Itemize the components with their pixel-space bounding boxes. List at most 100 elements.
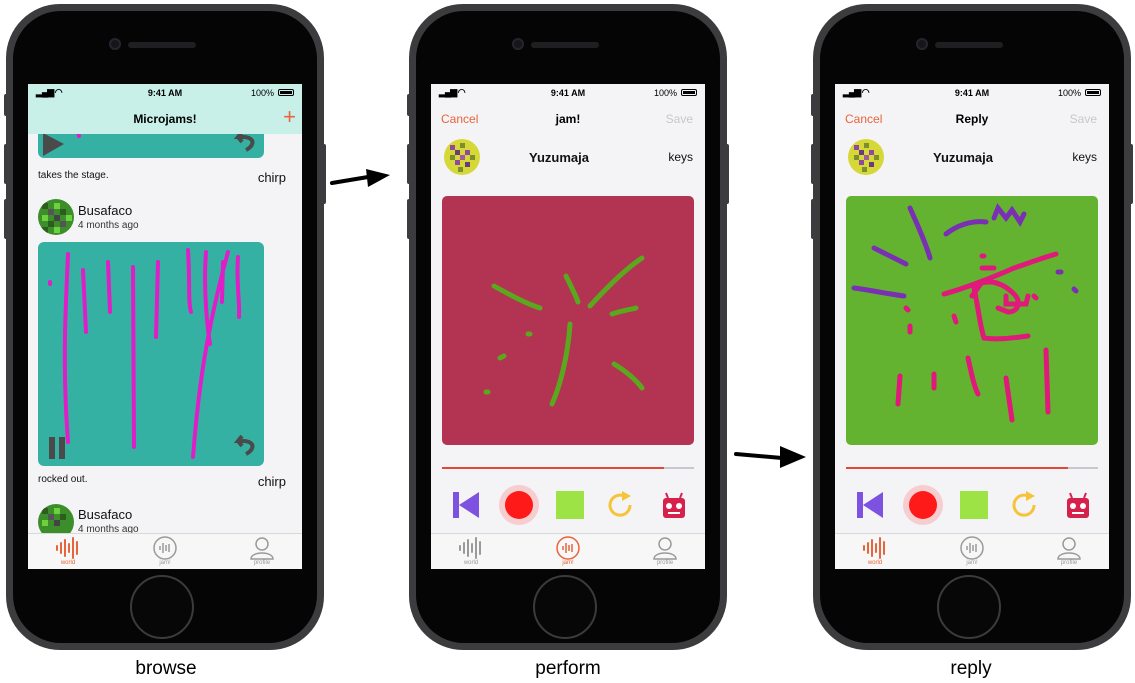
chirp-reply-link[interactable]: chirp [258, 170, 286, 185]
plus-icon[interactable]: + [283, 104, 296, 130]
front-camera [512, 38, 524, 50]
tab-label: jam! [966, 560, 978, 566]
username[interactable]: Busafaco [78, 203, 132, 218]
status-bar: ▂▄▆ ◠ 9:41 AM 100% [431, 84, 705, 104]
phone-perform: ▂▄▆ ◠ 9:41 AM 100% Cancel jam! Save Yuzu… [407, 4, 729, 650]
side-button [4, 199, 8, 239]
waveform-icon [863, 537, 885, 559]
save-button[interactable]: Save [1070, 112, 1097, 126]
tab-profile[interactable]: profile [232, 536, 292, 566]
tab-label: world [60, 560, 76, 566]
status-bar: ▂▄▆ ◠ 9:41 AM 100% [28, 84, 302, 104]
tab-bar: world jam! profile [431, 533, 705, 569]
post-caption: rocked out. [38, 474, 88, 485]
progress-bar[interactable] [442, 467, 694, 469]
side-button [725, 144, 729, 204]
side-button [811, 144, 815, 184]
username[interactable]: Busafaco [78, 507, 132, 522]
instrument-label[interactable]: keys [668, 150, 693, 164]
record-icon[interactable] [499, 485, 539, 525]
jam-circle-icon [153, 536, 177, 560]
jam-circle-icon [556, 536, 580, 560]
robot-icon[interactable] [658, 490, 688, 520]
nav-bar: Cancel jam! Save [431, 104, 705, 134]
skip-back-icon[interactable] [855, 490, 885, 520]
tab-label: profile [1060, 560, 1078, 566]
robot-icon[interactable] [1062, 490, 1092, 520]
battery-percent: 100% [653, 88, 677, 98]
side-button [811, 199, 815, 239]
tab-label: jam! [159, 560, 171, 566]
jam-circle-icon [960, 536, 984, 560]
tab-profile[interactable]: profile [1039, 536, 1099, 566]
page-title: Reply [955, 112, 989, 126]
side-button [407, 144, 411, 184]
pause-icon [49, 437, 55, 459]
nav-bar: Cancel Reply Save [835, 104, 1109, 134]
instrument-label[interactable]: keys [1072, 150, 1097, 164]
jam-canvas[interactable] [846, 196, 1098, 445]
play-icon [43, 133, 64, 156]
home-button[interactable] [937, 575, 1001, 639]
tab-jam[interactable]: jam! [538, 536, 598, 566]
performance-drawing [483, 255, 645, 407]
caption-perform: perform [535, 658, 601, 679]
home-button[interactable] [130, 575, 194, 639]
performance-canvas [48, 248, 255, 459]
stop-square-icon[interactable] [959, 490, 989, 520]
skip-back-icon[interactable] [451, 490, 481, 520]
caption-browse: browse [135, 658, 197, 679]
battery-icon [681, 89, 697, 96]
reply-arrow-icon [233, 130, 255, 152]
home-button[interactable] [533, 575, 597, 639]
side-button [407, 199, 411, 239]
battery-icon [1085, 89, 1101, 96]
earpiece-speaker [531, 42, 599, 48]
side-button [4, 144, 8, 184]
progress-bar[interactable] [846, 467, 1098, 469]
waveform-icon [459, 537, 481, 559]
earpiece-speaker [128, 42, 196, 48]
side-button [407, 94, 411, 116]
screen-reply: ▂▄▆ ◠ 9:41 AM 100% Cancel Reply Save Yuz… [835, 84, 1109, 569]
tab-world[interactable]: world [845, 536, 905, 566]
side-button [4, 94, 8, 116]
performance-card[interactable] [38, 242, 264, 466]
flow-arrow [330, 169, 390, 187]
page-title: jam! [555, 112, 581, 126]
save-button[interactable]: Save [666, 112, 693, 126]
reply-arrow-icon [233, 434, 255, 456]
earpiece-speaker [935, 42, 1003, 48]
pixel-avatar-image [848, 139, 884, 175]
pixel-avatar-image [444, 139, 480, 175]
loop-icon[interactable] [606, 490, 636, 520]
screen-browse: takes the stage. chirp Busafaco 4 months… [28, 84, 302, 569]
chirp-reply-link[interactable]: chirp [258, 474, 286, 489]
avatar[interactable] [38, 199, 74, 235]
battery-percent: 100% [1057, 88, 1081, 98]
performance-drawing [851, 203, 1079, 423]
avatar [444, 139, 480, 175]
battery-percent: 100% [250, 88, 274, 98]
tab-bar: world jam! profile [28, 533, 302, 569]
screen-perform: ▂▄▆ ◠ 9:41 AM 100% Cancel jam! Save Yuzu… [431, 84, 705, 569]
front-camera [916, 38, 928, 50]
timestamp: 4 months ago [78, 220, 139, 231]
tab-label: jam! [562, 560, 574, 566]
progress-fill [442, 467, 664, 469]
caption-reply: reply [950, 658, 992, 679]
tab-world[interactable]: world [38, 536, 98, 566]
performer-name: Yuzumaja [529, 150, 589, 165]
record-icon[interactable] [903, 485, 943, 525]
tab-world[interactable]: world [441, 536, 501, 566]
tab-label: world [867, 560, 883, 566]
jam-canvas[interactable] [442, 196, 694, 445]
tab-profile[interactable]: profile [635, 536, 695, 566]
avatar [848, 139, 884, 175]
tab-jam[interactable]: jam! [942, 536, 1002, 566]
nav-bar: Microjams! + [28, 104, 302, 134]
tab-jam[interactable]: jam! [135, 536, 195, 566]
side-button [322, 144, 326, 204]
loop-icon[interactable] [1010, 490, 1040, 520]
stop-square-icon[interactable] [555, 490, 585, 520]
